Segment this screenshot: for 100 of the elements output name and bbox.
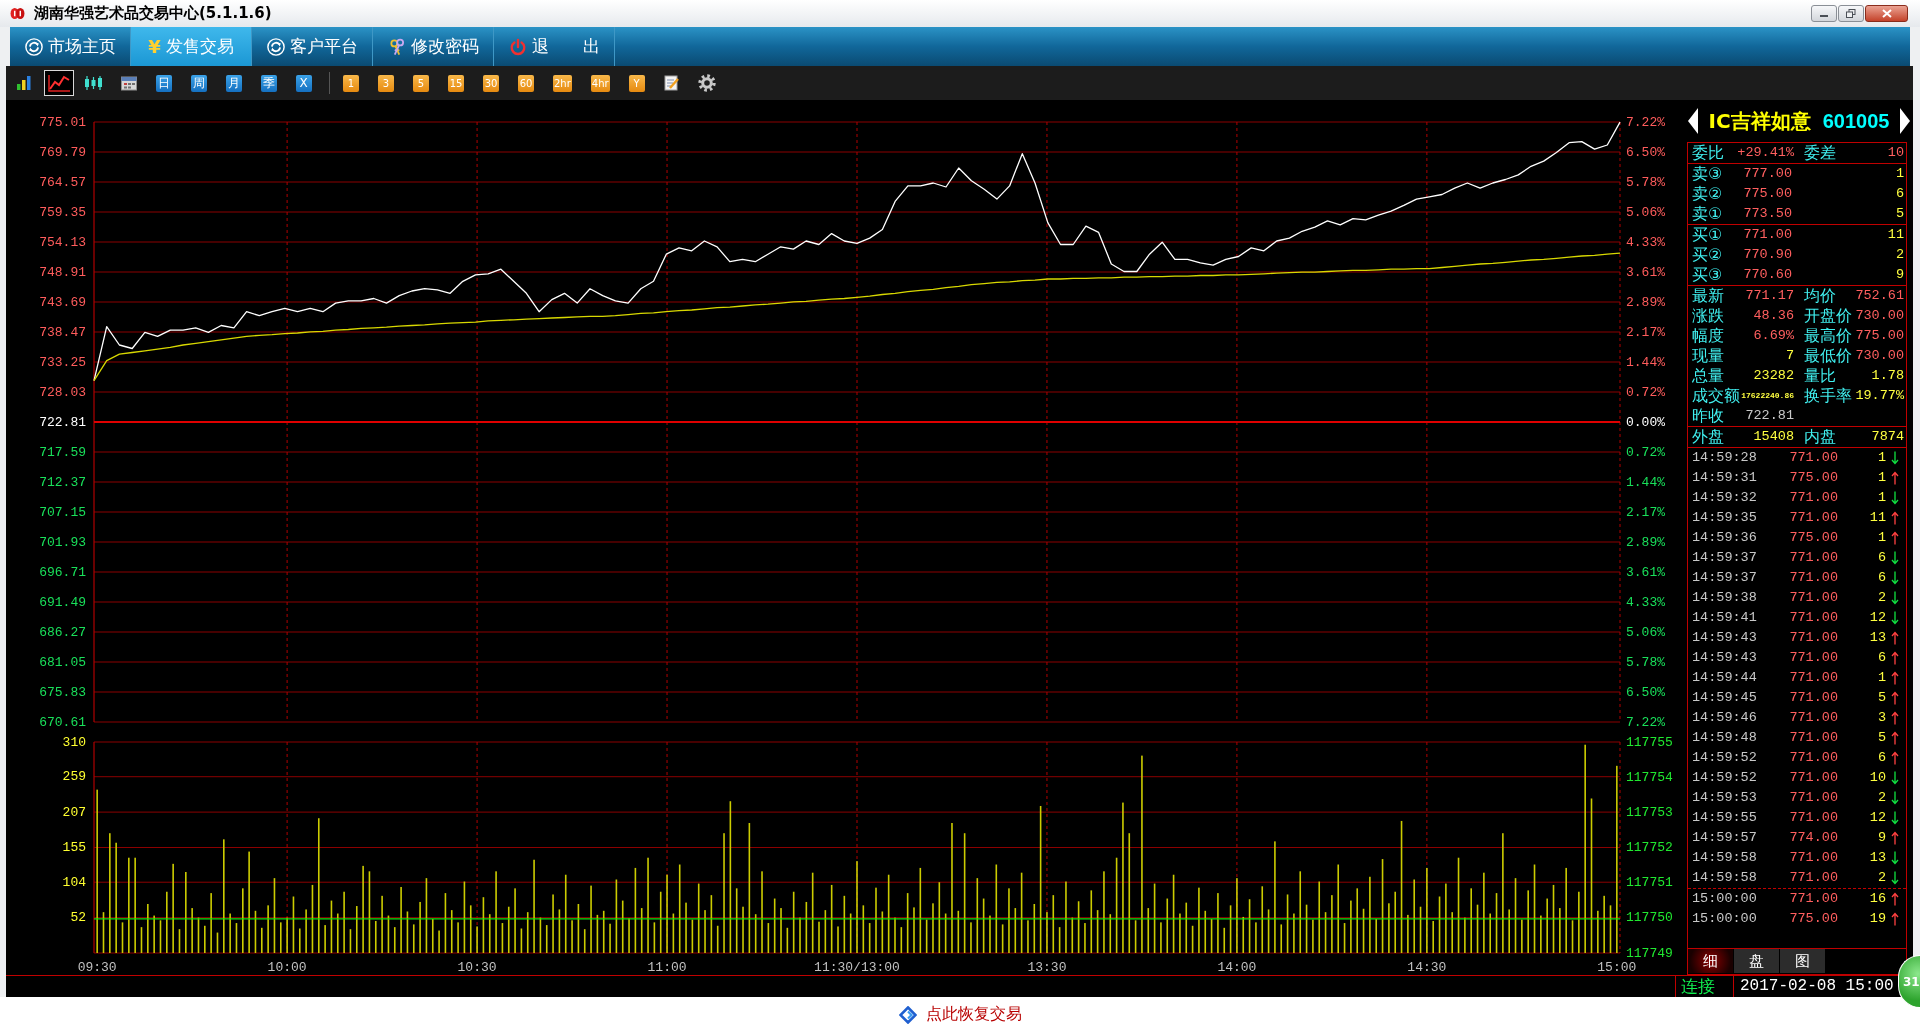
period-button[interactable]: 季 bbox=[260, 74, 277, 92]
panel-tab[interactable]: 盘 bbox=[1734, 949, 1779, 973]
interval-button[interactable]: 1 bbox=[343, 74, 359, 92]
volume-bar bbox=[1438, 896, 1441, 953]
line-chart-icon[interactable] bbox=[44, 71, 73, 95]
volume-bar bbox=[235, 923, 238, 953]
quote-label: 总量 bbox=[1692, 366, 1725, 386]
trade-time: 14:59:41 bbox=[1692, 609, 1758, 627]
trade-time: 14:59:52 bbox=[1692, 749, 1758, 767]
trade-price: 771.00 bbox=[1788, 769, 1838, 787]
percent-axis-label: 1.44% bbox=[1626, 474, 1665, 490]
trade-time: 14:59:28 bbox=[1692, 449, 1758, 467]
volume-bar bbox=[330, 900, 333, 953]
volume-bar bbox=[925, 919, 928, 953]
volume-bar bbox=[830, 884, 833, 953]
quote-label: 委比 bbox=[1692, 143, 1725, 163]
panel-tab[interactable]: 图 bbox=[1780, 949, 1825, 973]
price-axis-label: 691.49 bbox=[39, 594, 86, 610]
period-button[interactable]: 日 bbox=[155, 74, 172, 92]
ask-price: 777.00 bbox=[1742, 165, 1792, 183]
right-triangle-icon[interactable] bbox=[1900, 108, 1910, 134]
volume-bar bbox=[1495, 893, 1498, 953]
period-button[interactable]: 周 bbox=[190, 74, 207, 92]
trade-volume: 3 bbox=[1876, 709, 1886, 727]
trade-time: 14:59:53 bbox=[1692, 789, 1758, 807]
quote-label: 内盘 bbox=[1803, 427, 1837, 447]
quote-value: +29.41% bbox=[1736, 144, 1794, 162]
period-button[interactable]: X bbox=[295, 74, 312, 92]
trade-time: 14:59:37 bbox=[1692, 549, 1758, 567]
volume-bar bbox=[1058, 927, 1061, 953]
restore-trading-link[interactable]: 点此恢复交易 bbox=[925, 1004, 1022, 1025]
volume-bar bbox=[1552, 884, 1555, 953]
quote-value: 775.00 bbox=[1854, 327, 1904, 345]
quote-value: 23282 bbox=[1752, 367, 1794, 385]
interval-button[interactable]: 30 bbox=[483, 74, 499, 92]
quote-label: 量比 bbox=[1803, 366, 1837, 386]
ask-label: 卖③ bbox=[1692, 164, 1724, 184]
trade-time: 14:59:31 bbox=[1692, 469, 1758, 487]
quote-value: 752.61 bbox=[1854, 287, 1904, 305]
bar-chart-icon[interactable] bbox=[15, 75, 32, 91]
percent-axis-label: 2.17% bbox=[1626, 324, 1665, 340]
left-triangle-icon[interactable] bbox=[1688, 108, 1698, 134]
trade-price: 771.00 bbox=[1788, 509, 1838, 527]
close-button[interactable] bbox=[1865, 5, 1908, 22]
quote-value: 730.00 bbox=[1854, 307, 1904, 325]
volume-bar bbox=[444, 893, 447, 953]
quote-label: 均价 bbox=[1803, 286, 1837, 306]
percent-axis-label: 2.17% bbox=[1626, 504, 1665, 520]
price-axis-label: 728.03 bbox=[39, 384, 86, 400]
trade-price: 771.00 bbox=[1788, 589, 1838, 607]
trade-price: 771.00 bbox=[1788, 689, 1838, 707]
volume-bar bbox=[254, 910, 257, 953]
volume-bar bbox=[862, 905, 865, 953]
interval-button[interactable]: 4hr bbox=[590, 74, 610, 92]
trade-volume: 11 bbox=[1868, 509, 1886, 527]
settings-icon[interactable] bbox=[697, 74, 716, 92]
panel-tab[interactable]: 细 bbox=[1688, 949, 1733, 973]
volume-bar bbox=[539, 917, 542, 953]
instrument-code: 601005 bbox=[1822, 109, 1890, 133]
quote-value: 730.00 bbox=[1854, 347, 1904, 365]
menu-tab[interactable]: ¥ 发售交易 bbox=[131, 27, 252, 66]
interval-button[interactable]: 15 bbox=[448, 74, 464, 92]
volume-bar bbox=[1096, 910, 1099, 953]
interval-button[interactable]: 5 bbox=[413, 74, 429, 92]
notepad-icon[interactable] bbox=[663, 75, 680, 91]
price-axis-label: 701.93 bbox=[39, 534, 86, 550]
period-button[interactable]: 月 bbox=[225, 74, 242, 92]
trade-volume: 2 bbox=[1876, 589, 1886, 607]
volume-bar bbox=[1343, 923, 1346, 953]
trade-price: 771.00 bbox=[1788, 709, 1838, 727]
volume-bar bbox=[1280, 924, 1283, 953]
maximize-button[interactable] bbox=[1838, 5, 1864, 22]
volume-bar bbox=[672, 913, 675, 953]
interval-button[interactable]: Y bbox=[628, 74, 645, 92]
volume-bar bbox=[1191, 925, 1194, 953]
trade-price: 771.00 bbox=[1788, 649, 1838, 667]
volume-bar bbox=[1267, 909, 1270, 953]
trade-price: 774.00 bbox=[1788, 829, 1838, 847]
volume-bar bbox=[1362, 908, 1365, 953]
price-axis-label: 675.83 bbox=[39, 684, 86, 700]
volume-bar bbox=[469, 905, 472, 953]
candlestick-icon[interactable] bbox=[84, 75, 103, 91]
volume-bar bbox=[659, 891, 662, 953]
trade-volume: 13 bbox=[1868, 849, 1886, 867]
interval-button[interactable]: 60 bbox=[518, 74, 534, 92]
percent-axis-label: 5.78% bbox=[1626, 174, 1665, 190]
keys-icon bbox=[387, 37, 406, 56]
price-axis-label: 743.69 bbox=[39, 294, 86, 310]
interval-button[interactable]: 3 bbox=[378, 74, 394, 92]
trade-time: 14:59:57 bbox=[1692, 829, 1758, 847]
bid-price: 771.00 bbox=[1742, 226, 1792, 244]
minimize-button[interactable] bbox=[1811, 5, 1837, 22]
interval-button[interactable]: 2hr bbox=[553, 74, 572, 92]
trade-volume: 1 bbox=[1876, 669, 1886, 687]
trade-time: 14:59:45 bbox=[1692, 689, 1758, 707]
calendar-icon[interactable] bbox=[120, 75, 137, 91]
price-axis-label: 754.13 bbox=[39, 234, 86, 250]
volume-bar bbox=[1242, 916, 1245, 953]
volume-bar bbox=[349, 929, 352, 953]
trade-volume: 2 bbox=[1876, 789, 1886, 807]
